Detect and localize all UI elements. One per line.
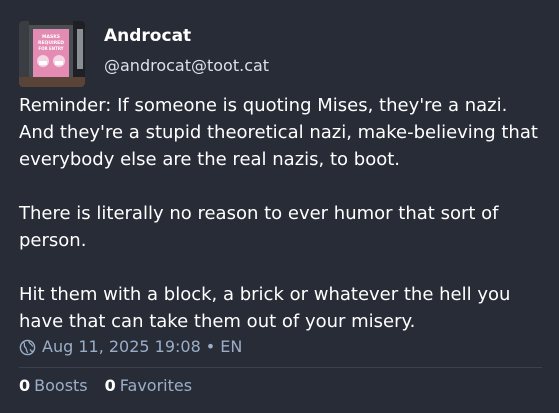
status-stats: 0 Boosts 0 Favorites (19, 375, 209, 397)
divider (19, 367, 542, 368)
status-timestamp[interactable]: Aug 11, 2025 19:08 (42, 336, 201, 358)
content-paragraph: Reminder: If someone is quoting Mises, t… (19, 95, 538, 170)
svg-text:MASKS: MASKS (42, 34, 60, 40)
boosts-stat[interactable]: 0 Boosts (19, 375, 88, 397)
favorites-label: Favorites (119, 376, 193, 395)
svg-text:FOR ENTRY: FOR ENTRY (38, 46, 63, 51)
favorites-count: 0 (104, 376, 116, 395)
status-language: EN (220, 337, 243, 356)
content-paragraph: Hit them with a block, a brick or whatev… (19, 284, 511, 332)
favorites-stat[interactable]: 0 Favorites (105, 375, 192, 397)
status-meta: Aug 11, 2025 19:08 • EN (19, 336, 242, 358)
avatar[interactable]: MASKS REQUIRED FOR ENTRY (19, 21, 85, 87)
globe-icon (19, 339, 36, 356)
content-paragraph: There is literally no reason to ever hum… (19, 203, 499, 251)
avatar-image: MASKS REQUIRED FOR ENTRY (19, 21, 85, 87)
author-names: Androcat @androcat@toot.cat (104, 21, 269, 77)
boosts-label: Boosts (34, 376, 88, 395)
boosts-count: 0 (19, 376, 31, 395)
status-content: Reminder: If someone is quoting Mises, t… (19, 92, 544, 335)
meta-separator: • (205, 337, 216, 356)
account-handle[interactable]: @androcat@toot.cat (104, 55, 269, 77)
status-card: MASKS REQUIRED FOR ENTRY Androcat @andro… (0, 0, 559, 413)
display-name[interactable]: Androcat (104, 24, 269, 48)
status-header: MASKS REQUIRED FOR ENTRY Androcat @andro… (19, 21, 269, 87)
